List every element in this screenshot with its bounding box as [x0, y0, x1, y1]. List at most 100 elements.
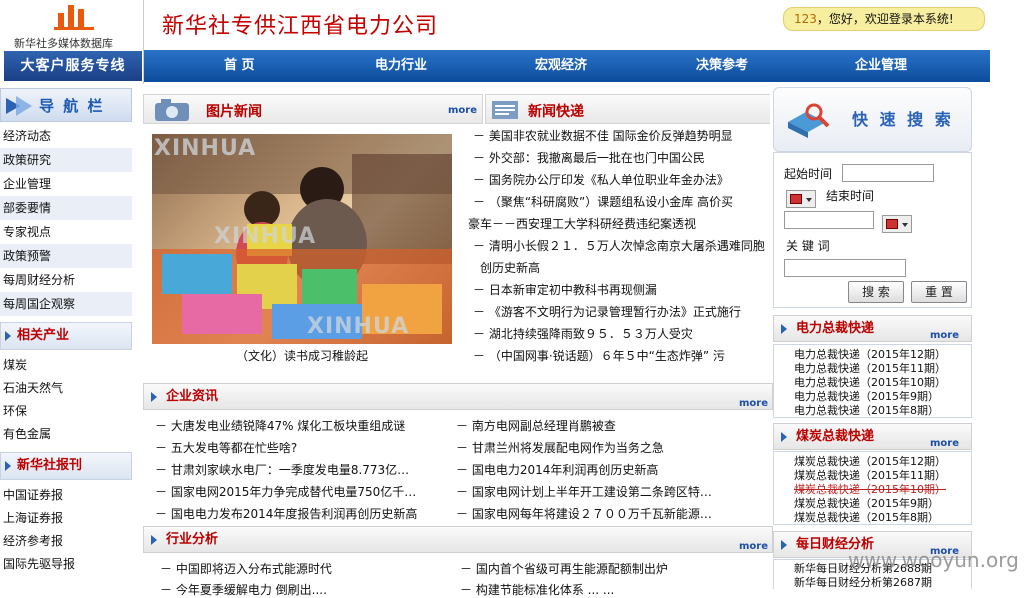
daily-finance-item[interactable]: 新华每日财经分析第2687期: [794, 576, 932, 589]
end-time-label: 结束时间: [826, 189, 875, 203]
news-item[interactable]: － 清明小长假２１．５万人次悼念南京大屠杀遇难同胞: [473, 238, 765, 254]
industry-item[interactable]: － 构建节能标准化体系 ... ...: [460, 582, 760, 598]
news-item[interactable]: － 国务院办公厅印发《私人单位职业年金办法》: [473, 172, 729, 188]
nav-macro-economy[interactable]: 宏观经济: [535, 50, 587, 82]
sidebar-item-policy-research[interactable]: 政策研究: [0, 148, 132, 172]
news-item-cont[interactable]: 豪车－－西安理工大学科研经费违纪案透视: [468, 216, 696, 232]
industry-item[interactable]: － 国内首个省级可再生能源配额制出炉: [460, 561, 760, 577]
sidebar-item-intl-herald[interactable]: 国际先驱导报: [0, 552, 132, 576]
service-line-banner[interactable]: 大客户服务专线: [4, 51, 142, 81]
reset-button[interactable]: 重 置: [911, 281, 967, 303]
industry-item[interactable]: － 中国即将迈入分布式能源时代: [160, 561, 450, 577]
triangle-icon: [151, 392, 157, 402]
enterprise-item[interactable]: － 国电电力2014年利润再创历史新高: [456, 462, 756, 478]
end-time-input[interactable]: [784, 211, 874, 229]
coal-brief-item[interactable]: 煤炭总裁快递（2015年10期）: [794, 483, 946, 497]
power-brief-item[interactable]: 电力总裁快递（2015年11期）: [794, 362, 946, 376]
enterprise-item[interactable]: － 国家电网计划上半年开工建设第二条跨区特…: [456, 484, 756, 500]
sidebar-item-nonferrous[interactable]: 有色金属: [0, 422, 132, 446]
triangle-icon: [151, 535, 157, 545]
photo-news-image[interactable]: XINHUA XINHUA XINHUA: [152, 134, 452, 344]
enterprise-item[interactable]: － 大唐发电业绩锐降47% 煤化工板块重组成谜: [155, 418, 445, 434]
search-button[interactable]: 搜 索: [848, 281, 904, 303]
news-item[interactable]: － 外交部：我撤离最后一批在也门中国公民: [473, 150, 705, 166]
sidebar-item-policy-alert[interactable]: 政策预警: [0, 244, 132, 268]
keyword-input[interactable]: [784, 259, 906, 277]
industry-more-link[interactable]: more: [739, 534, 768, 559]
news-item[interactable]: － 湖北持续强降雨致９５．５３万人受灾: [473, 326, 693, 342]
newspaper-icon: [492, 101, 518, 119]
logo-subtitle: 新华社多媒体数据库: [14, 37, 113, 50]
power-brief-item[interactable]: 电力总裁快递（2015年9期）: [794, 390, 939, 404]
sidebar-industry-header: 相关产业: [0, 322, 132, 350]
nav-decision-reference[interactable]: 决策参考: [696, 50, 748, 82]
sidebar-item-oil-gas[interactable]: 石油天然气: [0, 376, 132, 400]
sidebar-item-econ-ref[interactable]: 经济参考报: [0, 529, 132, 553]
coal-brief-item[interactable]: 煤炭总裁快递（2015年11期）: [794, 469, 946, 483]
photo-news-title: 图片新闻: [206, 104, 262, 120]
sidebar-item-ss-news[interactable]: 上海证券报: [0, 506, 132, 530]
news-item[interactable]: － （中国网事·锐话题）６年５中“生态炸弹” 污: [473, 348, 725, 364]
start-time-label: 起始时间: [784, 167, 833, 181]
enterprise-item[interactable]: － 国电电力发布2014年度报告利润再创历史新高: [155, 506, 445, 522]
welcome-text: ，您好，欢迎登录本系统!: [816, 12, 954, 26]
enterprise-news-header: 企业资讯 more: [143, 383, 773, 410]
photo-news-caption[interactable]: （文化）读书成习稚龄起: [152, 347, 452, 364]
sidebar-item-weekly-soe[interactable]: 每周国企观察: [0, 292, 132, 316]
industry-item[interactable]: － 今年夏季缓解电力 倒刷出....: [160, 582, 450, 598]
enterprise-item[interactable]: － 国家电网2015年力争完成替代电量750亿千…: [155, 484, 445, 500]
sidebar-nav-title: 导 航 栏: [39, 97, 105, 115]
magnifier-icon: [788, 103, 830, 138]
sidebar-item-economy[interactable]: 经济动态: [0, 124, 132, 148]
coal-brief-item[interactable]: 煤炭总裁快递（2015年12期）: [794, 455, 946, 469]
quick-search-title: 快 速 搜 索: [852, 110, 954, 129]
enterprise-item[interactable]: － 国家电网每年将建设２７００万千瓦新能源…: [456, 506, 756, 522]
coal-brief-item[interactable]: 煤炭总裁快递（2015年9期）: [794, 497, 939, 511]
enterprise-item[interactable]: － 甘肃刘家峡水电厂：一季度发电量8.773亿…: [155, 462, 445, 478]
nav-power-industry[interactable]: 电力行业: [375, 50, 427, 82]
news-flash-list: － 美国非农就业数据不佳 国际金价反弹趋势明显 － 外交部：我撤离最后一批在也门…: [465, 126, 773, 374]
industry-analysis-title: 行业分析: [166, 532, 219, 547]
news-item[interactable]: － 美国非农就业数据不佳 国际金价反弹趋势明显: [473, 128, 733, 144]
sidebar-item-environment[interactable]: 环保: [0, 399, 132, 423]
news-item[interactable]: － （聚焦“科研腐败”）课题组私设小金库 高价买: [473, 194, 733, 210]
camera-icon: [155, 99, 189, 121]
enterprise-more-link[interactable]: more: [739, 391, 768, 416]
end-calendar-icon[interactable]: [882, 215, 912, 233]
sidebar-item-expert[interactable]: 专家视点: [0, 220, 132, 244]
logo-block[interactable]: 新华社多媒体数据库 大客户服务专线: [0, 0, 144, 84]
sidebar-nav-header: 导 航 栏: [0, 88, 132, 122]
coal-brief-item[interactable]: 煤炭总裁快递（2015年8期）: [794, 511, 939, 525]
start-time-input[interactable]: [842, 164, 934, 182]
sidebar-item-ministry[interactable]: 部委要情: [0, 196, 132, 220]
site-title: 新华社专供江西省电力公司: [162, 14, 439, 39]
header: 新华社多媒体数据库 大客户服务专线 新华社专供江西省电力公司 123，您好，欢迎…: [0, 0, 1032, 85]
sidebar-item-weekly-finance[interactable]: 每周财经分析: [0, 268, 132, 292]
nav-arrows-icon: [6, 96, 32, 116]
coal-brief-title: 煤炭总裁快递: [796, 429, 875, 444]
news-item[interactable]: － 日本新审定初中教科书再现侧漏: [473, 282, 657, 298]
power-brief-header: 电力总裁快递 more: [773, 315, 972, 342]
sidebar-item-enterprise[interactable]: 企业管理: [0, 172, 132, 196]
sidebar-papers-title: 新华社报刊: [17, 458, 83, 473]
news-item-cont[interactable]: 创历史新高: [480, 260, 540, 276]
power-brief-item[interactable]: 电力总裁快递（2015年12期）: [794, 348, 946, 362]
nav-enterprise-management[interactable]: 企业管理: [855, 50, 907, 82]
enterprise-item[interactable]: － 五大发电等都在忙些啥?: [155, 440, 445, 456]
power-brief-item[interactable]: 电力总裁快递（2015年10期）: [794, 376, 946, 390]
enterprise-item[interactable]: － 甘肃兰州将发展配电网作为当务之急: [456, 440, 756, 456]
photo-news-more-link[interactable]: more: [448, 105, 477, 116]
start-calendar-icon[interactable]: [786, 190, 816, 208]
welcome-banner: 123，您好，欢迎登录本系统!: [783, 7, 985, 31]
coal-brief-list: 煤炭总裁快递（2015年12期） 煤炭总裁快递（2015年11期） 煤炭总裁快递…: [773, 451, 972, 525]
power-brief-item[interactable]: 电力总裁快递（2015年8期）: [794, 404, 939, 418]
enterprise-item[interactable]: － 南方电网副总经理肖鹏被查: [456, 418, 756, 434]
news-item[interactable]: － 《游客不文明行为记录管理暂行办法》正式施行: [473, 304, 741, 320]
triangle-icon: [781, 432, 787, 442]
sidebar-item-coal[interactable]: 煤炭: [0, 353, 132, 377]
nav-home[interactable]: 首 页: [224, 50, 255, 82]
triangle-icon: [781, 540, 787, 550]
triangle-icon: [5, 331, 11, 341]
keyword-label: 关 键 词: [786, 239, 830, 253]
sidebar-item-cs-journal[interactable]: 中国证券报: [0, 483, 132, 507]
